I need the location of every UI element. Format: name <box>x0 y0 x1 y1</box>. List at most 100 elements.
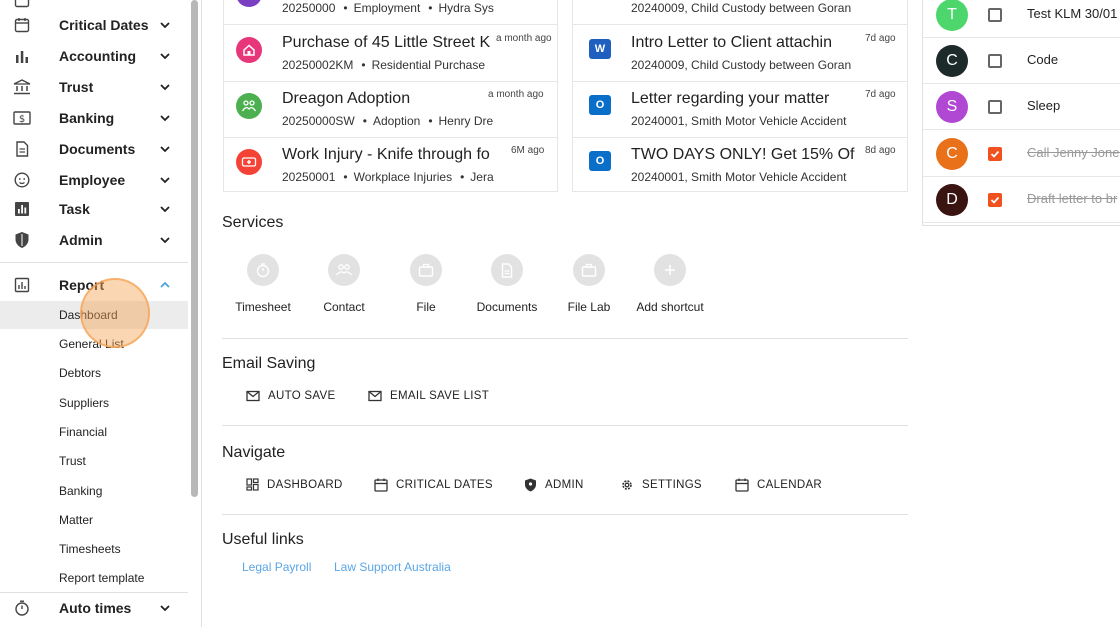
chevron-down-icon <box>160 53 170 60</box>
service-add-shortcut[interactable]: Add shortcut <box>630 254 710 314</box>
task-item[interactable]: C Call Jenny Jones <box>922 131 1120 177</box>
navigate-settings-button[interactable]: SETTINGS <box>620 478 702 492</box>
document-row[interactable]: O TWO DAYS ONLY! Get 15% Of 8d ago 20240… <box>573 137 907 193</box>
sidebar-scrollbar-thumb[interactable] <box>191 0 198 497</box>
chevron-down-icon <box>160 84 170 91</box>
sidebar-subitem-report-template[interactable]: Report template <box>0 564 188 592</box>
chevron-down-icon <box>160 206 170 213</box>
face-icon <box>13 171 31 189</box>
service-documents[interactable]: Documents <box>467 254 547 314</box>
sidebar-subitem-banking[interactable]: Banking <box>0 477 188 505</box>
sidebar-subitem-label: Banking <box>59 484 103 498</box>
task-checkbox[interactable] <box>988 100 1002 114</box>
sidebar-item-banking[interactable]: $ Banking <box>0 103 188 133</box>
sidebar-item-label: Employee <box>59 172 126 188</box>
sidebar: Critical Dates Accounting Trust $ Bankin… <box>0 0 188 627</box>
link-legal-payroll[interactable]: Legal Payroll <box>242 560 311 574</box>
stopwatch-icon <box>13 599 31 617</box>
mail-icon <box>246 390 260 402</box>
sidebar-item-accounting[interactable]: Accounting <box>0 41 188 71</box>
sidebar-subitem-trust[interactable]: Trust <box>0 447 188 475</box>
shield-icon <box>525 478 536 492</box>
service-file-lab[interactable]: File Lab <box>549 254 629 314</box>
task-chart-icon <box>13 200 31 218</box>
sidebar-item-task[interactable]: Task <box>0 194 188 224</box>
sidebar-divider <box>0 262 188 263</box>
matter-row[interactable]: Dreagon Adoption a month ago 20250000SW •… <box>224 81 557 137</box>
navigate-calendar-button[interactable]: CALENDAR <box>735 478 822 492</box>
gear-icon <box>622 480 632 490</box>
service-timesheet[interactable]: Timesheet <box>223 254 303 314</box>
matter-type-icon <box>236 0 262 7</box>
matter-row[interactable]: Work Injury - Knife through fo 6M ago 20… <box>224 137 557 193</box>
chevron-up-icon <box>160 281 170 288</box>
navigate-admin-button[interactable]: ADMIN <box>524 478 584 492</box>
service-label: File <box>416 300 436 314</box>
sidebar-subitem-timesheets[interactable]: Timesheets <box>0 535 188 563</box>
navigate-dashboard-button[interactable]: DASHBOARD <box>246 478 343 491</box>
click-indicator <box>80 278 150 348</box>
chevron-down-icon <box>160 115 170 122</box>
sidebar-item-documents[interactable]: Documents <box>0 134 188 164</box>
task-checkbox[interactable] <box>988 193 1002 207</box>
sidebar-item-employee[interactable]: Employee <box>0 165 188 195</box>
sidebar-subitem-debtors[interactable]: Debtors <box>0 359 188 387</box>
svg-text:$: $ <box>19 114 25 125</box>
document-details: 20240001, Smith Motor Vehicle Accident <box>631 114 847 128</box>
task-checkbox[interactable] <box>988 147 1002 161</box>
service-contact[interactable]: Contact <box>304 254 384 314</box>
word-icon: W <box>589 39 611 59</box>
matter-title: Dreagon Adoption <box>282 90 411 107</box>
document-time: 8d ago <box>863 145 896 156</box>
section-divider <box>222 338 908 339</box>
recent-documents-card: 20240009, Child Custody between Goran W … <box>572 0 908 192</box>
sidebar-subitem-financial[interactable]: Financial <box>0 418 188 446</box>
document-title: Letter regarding your matter <box>631 90 830 107</box>
service-file[interactable]: File <box>386 254 466 314</box>
email-saving-title: Email Saving <box>222 355 316 372</box>
service-label: Contact <box>323 300 365 314</box>
navigate-critical-dates-button[interactable]: CRITICAL DATES <box>374 478 493 492</box>
auto-save-button[interactable]: AUTO SAVE <box>246 390 335 402</box>
document-row[interactable]: O Letter regarding your matter 7d ago 20… <box>573 81 907 137</box>
contacts-icon <box>328 254 360 286</box>
sidebar-item-critical-dates[interactable]: Critical Dates <box>0 10 188 40</box>
house-icon <box>236 37 262 63</box>
chevron-down-icon <box>160 22 170 29</box>
task-checkbox[interactable] <box>988 8 1002 22</box>
email-save-list-button[interactable]: EMAIL SAVE LIST <box>368 390 489 402</box>
link-law-support-australia[interactable]: Law Support Australia <box>334 560 451 574</box>
avatar: T <box>936 0 968 31</box>
sidebar-subitem-suppliers[interactable]: Suppliers <box>0 389 188 417</box>
sidebar-item-label: Task <box>59 201 90 217</box>
section-divider <box>222 514 908 515</box>
sidebar-item-label: Documents <box>59 141 136 157</box>
task-item[interactable]: S Sleep <box>922 84 1120 130</box>
document-title: Intro Letter to Client attachin <box>631 34 832 51</box>
task-item[interactable]: T Test KLM 30/01 <box>922 0 1120 38</box>
calendar-icon <box>13 0 31 9</box>
task-item[interactable]: D Draft letter to br <box>922 177 1120 223</box>
briefcase-icon <box>410 254 442 286</box>
useful-links-title: Useful links <box>222 531 304 548</box>
task-item[interactable]: C Code <box>922 38 1120 84</box>
sidebar-item-auto-times[interactable]: Auto times <box>0 593 188 623</box>
document-row[interactable]: W Intro Letter to Client attachin 7d ago… <box>573 25 907 81</box>
outlook-icon: O <box>589 95 611 115</box>
sidebar-item-trust[interactable]: Trust <box>0 72 188 102</box>
document-title: TWO DAYS ONLY! Get 15% Of <box>631 146 855 163</box>
sidebar-subitem-label: Timesheets <box>59 542 121 556</box>
ambulance-icon <box>236 149 262 175</box>
matter-row[interactable]: Purchase of 45 Little Street K a month a… <box>224 25 557 81</box>
stopwatch-icon <box>247 254 279 286</box>
plus-icon <box>654 254 686 286</box>
sidebar-subitem-matter[interactable]: Matter <box>0 506 188 534</box>
sidebar-item-label: Critical Dates <box>59 17 149 33</box>
sidebar-item-admin[interactable]: Admin <box>0 225 188 255</box>
service-label: File Lab <box>567 300 611 314</box>
navigate-admin-label: ADMIN <box>545 479 584 491</box>
sidebar-subitem-label: Trust <box>59 454 86 468</box>
matter-time: a month ago <box>494 33 552 44</box>
chevron-down-icon <box>160 177 170 184</box>
task-checkbox[interactable] <box>988 54 1002 68</box>
